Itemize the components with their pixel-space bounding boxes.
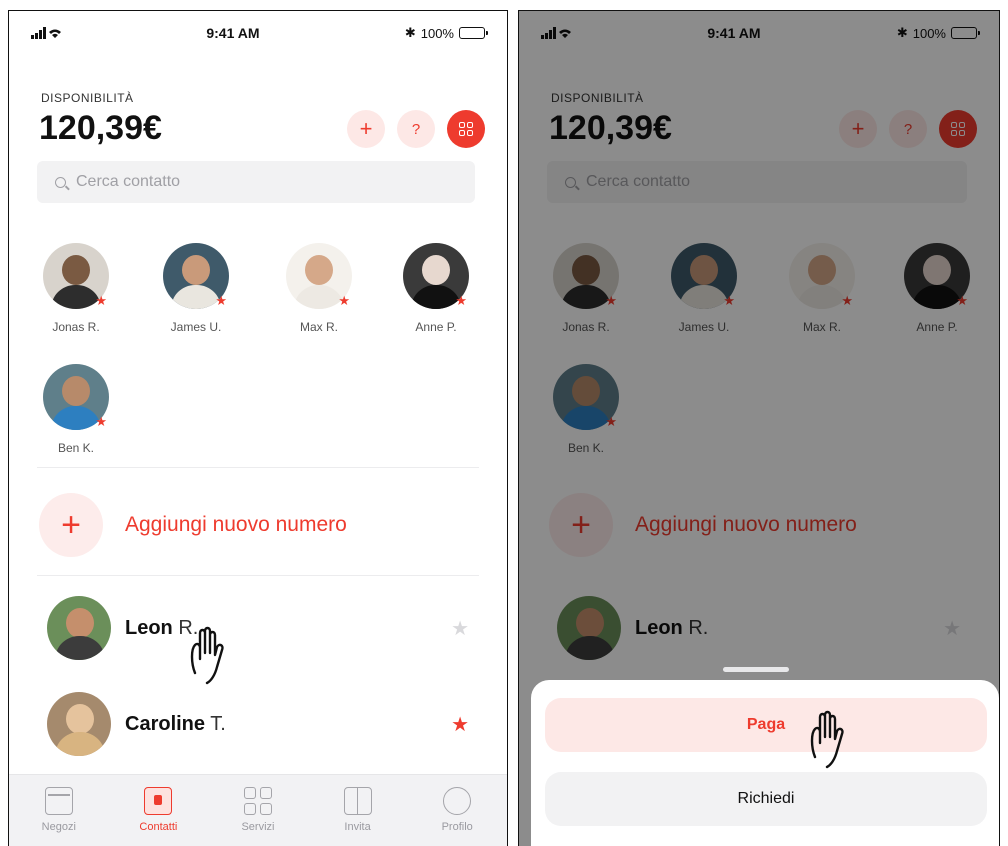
favorite-star-icon: ★ (338, 293, 350, 308)
favorite-star-icon: ★ (95, 414, 107, 429)
request-button[interactable]: Richiedi (545, 772, 987, 826)
sheet-grabber[interactable] (723, 667, 789, 672)
action-sheet: Paga Richiedi (531, 680, 999, 846)
status-battery: ✱ 100% (404, 25, 488, 41)
avatar (47, 596, 111, 660)
tab-negozi[interactable]: Negozi (19, 787, 99, 846)
favorite-star-icon: ★ (455, 293, 467, 308)
avatar: ★ (403, 243, 469, 309)
menu-grid-button[interactable] (447, 110, 485, 148)
favorite-contact[interactable]: ★ James U. (148, 243, 244, 334)
tab-invita[interactable]: Invita (318, 787, 398, 846)
search-icon (55, 176, 66, 188)
favorite-contact[interactable]: ★ Max R. (271, 243, 367, 334)
plus-icon: + (39, 493, 103, 557)
pay-button[interactable]: Paga (545, 698, 987, 752)
grid-icon (243, 787, 272, 815)
signal-wifi-icons (31, 27, 61, 39)
search-input[interactable]: Cerca contatto (37, 161, 475, 203)
top-actions: + ? (347, 110, 485, 148)
tab-profilo[interactable]: Profilo (417, 787, 497, 846)
tab-label: Contatti (139, 821, 178, 833)
balance-amount: 120,39€ (39, 109, 162, 147)
favorite-star-icon[interactable]: ★ (451, 616, 469, 641)
contact-name: Caroline T. (125, 712, 226, 735)
contact-row-leon[interactable]: Leon R. ★ (47, 593, 479, 663)
tab-label: Invita (344, 821, 371, 833)
contacts-screen-action-sheet: 9:41 AM ✱ 100% DISPONIBILITÀ 120,39€ + ?… (518, 10, 1000, 846)
search-placeholder: Cerca contatto (76, 173, 181, 190)
battery-percent: 100% (420, 25, 454, 41)
contacts-card-icon (144, 787, 173, 815)
tab-label: Negozi (41, 821, 76, 833)
favorite-contact[interactable]: ★ Ben K. (28, 364, 124, 455)
favorite-name: Jonas R. (52, 320, 100, 334)
divider (37, 575, 479, 576)
add-new-number-label: Aggiungi nuovo numero (125, 513, 347, 536)
favorite-contact[interactable]: ★ Jonas R. (28, 243, 124, 334)
signal-icon (31, 27, 61, 39)
favorite-star-icon[interactable]: ★ (451, 712, 469, 737)
pay-label: Paga (746, 716, 786, 733)
avatar: ★ (43, 243, 109, 309)
plus-icon: + (359, 116, 373, 141)
store-icon (44, 787, 73, 815)
gift-icon (343, 787, 372, 815)
tab-label: Profilo (441, 821, 473, 833)
add-new-number-button[interactable]: + Aggiungi nuovo numero (39, 493, 347, 557)
bluetooth-icon: ✱ (404, 25, 416, 40)
favorite-star-icon: ★ (215, 293, 227, 308)
favorite-name: James U. (170, 320, 222, 334)
favorite-name: Anne P. (415, 320, 457, 334)
favorite-name: Ben K. (57, 441, 95, 455)
avatar: ★ (286, 243, 352, 309)
contacts-screen: 9:41 AM ✱ 100% DISPONIBILITÀ 120,39€ + ?… (8, 10, 508, 846)
divider (37, 467, 479, 468)
tab-contatti[interactable]: Contatti (118, 787, 198, 846)
question-icon: ? (411, 120, 421, 138)
avatar: ★ (43, 364, 109, 430)
help-button[interactable]: ? (397, 110, 435, 148)
balance-label: DISPONIBILITÀ (41, 91, 134, 105)
favorite-name: Max R. (299, 320, 338, 334)
profile-icon (443, 787, 472, 815)
avatar: ★ (163, 243, 229, 309)
favorite-star-icon: ★ (95, 293, 107, 308)
hand-cursor-icon (807, 707, 863, 769)
status-bar: 9:41 AM ✱ 100% (9, 11, 507, 55)
contact-row-caroline[interactable]: Caroline T. ★ (47, 689, 479, 759)
tab-label: Servizi (241, 821, 275, 833)
add-button[interactable]: + (347, 110, 385, 148)
tab-bar: Negozi Contatti Servizi Invita Profilo (9, 774, 507, 846)
tab-servizi[interactable]: Servizi (218, 787, 298, 846)
hand-cursor-icon (187, 623, 243, 685)
grid-icon (459, 122, 473, 136)
avatar (47, 692, 111, 756)
favorite-contact[interactable]: ★ Anne P. (388, 243, 484, 334)
status-time: 9:41 AM (206, 25, 260, 41)
request-label: Richiedi (737, 790, 795, 807)
battery-icon (458, 27, 488, 39)
